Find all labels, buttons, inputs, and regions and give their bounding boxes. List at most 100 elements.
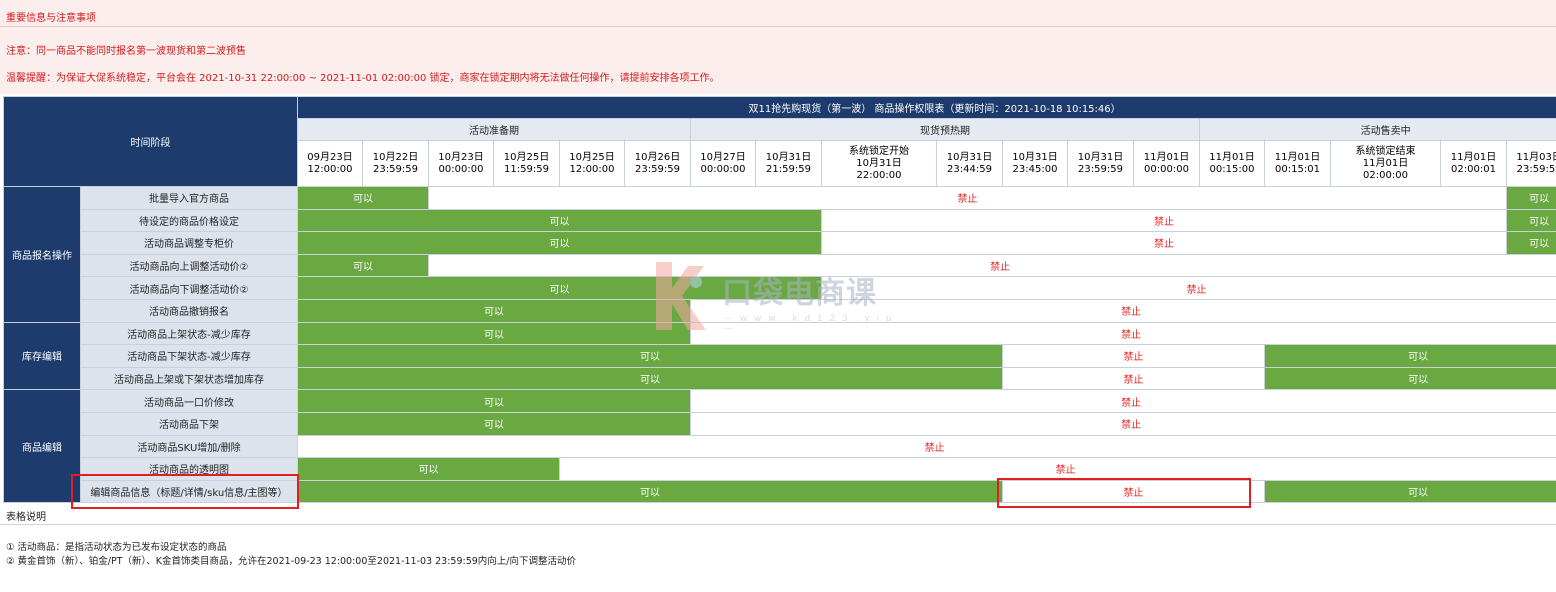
description-note-2: ② 黄金首饰（新）、铂金/PT（新）、K金首饰类目商品，允许在2021-09-2…: [6, 556, 576, 567]
time-line: 12:00:00: [307, 163, 353, 175]
permission-allowed: 可以: [297, 298, 691, 323]
permission-allowed: 可以: [297, 457, 560, 481]
time-cell: 11月01日 00:00:00: [1133, 140, 1200, 187]
permission-allowed: 可以: [297, 231, 822, 255]
operation-label: 活动商品上架状态-减少库存: [80, 321, 298, 346]
permission-allowed: 可以: [297, 276, 822, 300]
operation-label: 活动商品向上调整活动价②: [80, 253, 298, 278]
operation-label: 活动商品向下调整活动价②: [80, 276, 298, 300]
time-line: 23:59:59: [373, 163, 418, 175]
time-line: 00:00:00: [438, 163, 484, 175]
notice-panel: 重要信息与注意事项 注意：同一商品不能同时报名第一波现货和第二波预售 温馨提醒：…: [0, 0, 1556, 94]
operation-label: 活动商品一口价修改: [80, 389, 298, 413]
group-label: 商品编辑: [3, 389, 81, 504]
stage-label: 时间阶段: [3, 96, 298, 187]
time-cell: 11月01日 00:15:01: [1264, 140, 1331, 187]
permission-table: 时间阶段 双11抢先购现货（第一波） 商品操作权限表（更新时间：2021-10-1…: [3, 96, 1556, 504]
operation-label: 活动商品的透明图: [80, 457, 298, 481]
time-line: 23:59:59: [1078, 163, 1123, 175]
time-cell: 系统锁定开始 10月31日 22:00:00: [821, 140, 937, 187]
operation-label: 活动商品撤销报名: [80, 298, 298, 323]
permission-allowed: 可以: [1263, 344, 1556, 368]
permission-forbidden: 禁止: [296, 434, 1556, 459]
time-line: 00:00:00: [700, 163, 746, 175]
time-cell: 09月23日 12:00:00: [297, 140, 363, 187]
operation-label: 活动商品SKU增加/删除: [80, 434, 298, 459]
permission-allowed: 可以: [1263, 479, 1556, 504]
permission-allowed: 可以: [297, 321, 691, 346]
permission-allowed: 可以: [297, 411, 691, 436]
time-line: 10月31日: [1012, 151, 1058, 163]
operation-label: 编辑商品信息（标题/详情/sku信息/主图等）: [80, 479, 298, 504]
permission-allowed: 可以: [297, 479, 1003, 504]
description-divider: [0, 524, 1556, 525]
operation-label: 活动商品上架或下架状态增加库存: [80, 366, 298, 391]
time-line: 11月03日: [1516, 151, 1556, 163]
table-row: 编辑商品信息（标题/详情/sku信息/主图等） 可以 禁止 可以: [4, 479, 1556, 504]
time-line: 22:00:00: [856, 169, 902, 181]
time-line: 10月27日: [700, 151, 746, 163]
time-line: 10月23日: [438, 151, 484, 163]
time-cell: 11月01日 00:15:00: [1199, 140, 1265, 187]
permission-allowed: 可以: [297, 186, 429, 210]
permission-forbidden: 禁止: [427, 253, 1556, 278]
description-title: 表格说明: [6, 512, 46, 523]
operation-label: 活动商品下架: [80, 411, 298, 436]
description-note-1: ① 活动商品：是指活动状态为已发布设定状态的商品: [6, 542, 227, 553]
time-line: 11月01日: [1143, 151, 1190, 163]
time-line: 系统锁定结束: [1355, 145, 1416, 157]
notice-note-2: 温馨提醒：为保证大促系统稳定，平台会在 2021-10-31 22:00:00 …: [6, 73, 720, 84]
table-row: 活动商品下架 可以 禁止: [4, 411, 1556, 436]
time-cell: 10月22日 23:59:59: [362, 140, 429, 187]
time-line: 23:45:00: [1012, 163, 1058, 175]
permission-forbidden: 禁止: [1002, 344, 1265, 368]
time-line: 11月01日: [1274, 151, 1321, 163]
operation-label: 批量导入官方商品: [80, 186, 298, 210]
time-line: 10月26日: [634, 151, 681, 163]
permission-forbidden: 禁止: [558, 457, 1556, 481]
time-line: 02:00:01: [1451, 163, 1496, 175]
time-line: 00:15:00: [1209, 163, 1255, 175]
phase-header: 活动售卖中: [1198, 118, 1556, 141]
title-row: 时间阶段 双11抢先购现货（第一波） 商品操作权限表（更新时间：2021-10-1…: [3, 96, 1556, 187]
time-cell: 10月26日 23:59:59: [624, 140, 691, 187]
permission-allowed: 可以: [1505, 231, 1556, 255]
group-label: 库存编辑: [3, 321, 81, 391]
table-row: 活动商品调整专柜价 可以 禁止 可以: [4, 231, 1556, 255]
time-line: 00:15:01: [1275, 163, 1320, 175]
operation-label: 活动商品下架状态-减少库存: [80, 344, 298, 368]
group-label: 商品报名操作: [3, 186, 81, 323]
permission-allowed: 可以: [1263, 366, 1556, 391]
time-line: 10月22日: [372, 151, 419, 163]
time-line: 11:59:59: [504, 163, 549, 175]
time-line: 23:59:59: [1516, 163, 1556, 175]
permission-allowed: 可以: [1505, 208, 1556, 233]
permission-forbidden: 禁止: [821, 231, 1507, 255]
time-cell: 系统锁定结束 11月01日 02:00:00: [1330, 140, 1441, 187]
permission-forbidden: 禁止: [820, 276, 1556, 300]
permission-allowed: 可以: [1505, 186, 1556, 210]
time-line: 02:00:00: [1363, 169, 1408, 181]
time-line: 10月25日: [503, 151, 550, 163]
time-line: 系统锁定开始: [849, 145, 909, 157]
table-row: 商品报名操作 批量导入官方商品 可以 禁止 可以: [3, 186, 1556, 323]
time-line: 23:44:59: [947, 163, 992, 175]
permission-allowed: 可以: [297, 344, 1003, 368]
permission-forbidden: 禁止: [428, 186, 1507, 210]
time-line: 10月31日: [856, 157, 902, 169]
permission-forbidden: 禁止: [821, 208, 1507, 233]
table-row: 活动商品下架状态-减少库存 可以 禁止 可以: [4, 344, 1556, 368]
table-row: 活动商品撤销报名 可以 禁止: [4, 298, 1556, 323]
time-cell: 11月01日 02:00:01: [1440, 140, 1507, 187]
phase-header: 现货预热期: [690, 118, 1200, 141]
permission-allowed: 可以: [297, 389, 691, 413]
time-cell: 10月31日 23:45:00: [1002, 140, 1068, 187]
table-row: 待设定的商品价格设定 可以 禁止 可以: [4, 208, 1556, 233]
table-row: 活动商品向上调整活动价② 可以 禁止: [4, 253, 1556, 278]
time-cell: 10月31日 21:59:59: [755, 140, 822, 187]
notice-header: 重要信息与注意事项: [0, 0, 1556, 27]
time-line: 11月01日: [1362, 157, 1409, 169]
permission-forbidden: 禁止: [689, 389, 1556, 413]
table-row: 活动商品向下调整活动价② 可以 禁止: [4, 276, 1556, 300]
time-cell: 10月27日 00:00:00: [690, 140, 756, 187]
